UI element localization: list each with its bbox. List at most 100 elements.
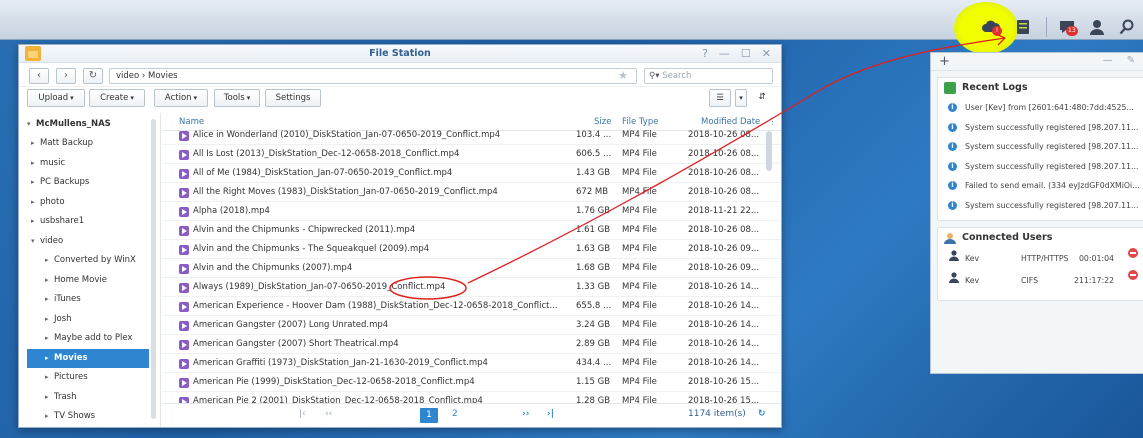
chevron-right-icon[interactable]: ▸ xyxy=(31,154,40,173)
file-row[interactable]: American Gangster (2007) Long Unrated.mp… xyxy=(162,316,781,335)
close-button[interactable]: ✕ xyxy=(762,47,771,60)
log-entry[interactable]: i System successfully registered [98.207.… xyxy=(938,137,1143,156)
tree-item[interactable]: ▸ music xyxy=(31,154,65,173)
sidebar-scrollbar[interactable] xyxy=(151,119,156,419)
refresh-button[interactable]: ↻ xyxy=(83,68,103,84)
back-button[interactable]: ‹ xyxy=(29,68,49,84)
file-size: 434.4 ... xyxy=(576,358,612,368)
tree-item[interactable]: ▸ Trash xyxy=(45,388,76,407)
file-modified: 2018-10-26 15... xyxy=(688,396,760,403)
help-button[interactable]: ? xyxy=(702,47,708,60)
minimize-button[interactable]: — xyxy=(719,47,730,60)
last-page-button[interactable]: ›| xyxy=(547,409,554,419)
user-connected-time: 00:01:04 xyxy=(1078,254,1114,263)
chevron-right-icon[interactable]: ▸ xyxy=(45,290,54,309)
chevron-right-icon[interactable]: ▸ xyxy=(45,368,54,387)
tree-item[interactable]: ▸ Home Movie xyxy=(45,271,107,290)
create-button[interactable]: Create ▾ xyxy=(89,89,145,107)
star-icon[interactable]: ★ xyxy=(618,69,628,83)
file-row[interactable]: American Experience - Hoover Dam (1988)_… xyxy=(162,297,781,316)
video-file-icon xyxy=(179,340,189,350)
log-entry[interactable]: i System successfully registered [98.207.… xyxy=(938,118,1143,137)
view-options-dropdown[interactable]: ▾ xyxy=(735,89,747,107)
log-entry[interactable]: i System successfully registered [98.207.… xyxy=(938,196,1143,215)
forward-button[interactable]: › xyxy=(56,68,76,84)
tree-item[interactable]: ▸ photo xyxy=(31,193,65,212)
file-row[interactable]: Alvin and the Chipmunks (2007).mp4 1.68 G… xyxy=(162,259,781,278)
chevron-right-icon[interactable]: ▸ xyxy=(31,212,40,231)
pin-icon[interactable]: ✎ xyxy=(1127,55,1135,66)
file-row[interactable]: All the Right Moves (1983)_DiskStation_J… xyxy=(162,183,781,202)
chevron-down-icon[interactable]: ▾ xyxy=(31,232,40,251)
tree-item[interactable]: ▸ PC Backups xyxy=(31,173,89,192)
window-titlebar[interactable]: File Station ? — ☐ ✕ xyxy=(19,45,781,63)
tree-item[interactable]: ▸ TV Shows xyxy=(45,407,95,426)
tree-item[interactable]: ▸ Josh xyxy=(45,310,72,329)
chevron-right-icon[interactable]: ▸ xyxy=(45,407,54,426)
tree-item[interactable]: ▾ video xyxy=(31,232,63,251)
search-input[interactable]: ⚲▾ Search xyxy=(644,68,773,84)
file-name: American Gangster (2007) Short Theatrica… xyxy=(193,339,399,349)
log-entry[interactable]: i Failed to send email. (334 eyJzdGF0dXMi… xyxy=(938,176,1143,195)
add-widget-button[interactable]: + xyxy=(939,54,950,69)
prev-page-button[interactable]: ‹‹ xyxy=(325,409,332,419)
log-entry[interactable]: i System successfully registered [98.207.… xyxy=(938,157,1143,176)
file-type: MP4 File xyxy=(622,244,657,254)
file-row[interactable]: Alvin and the Chipmunks - The Squeakquel… xyxy=(162,240,781,259)
view-list-button[interactable]: ☰ xyxy=(709,89,731,107)
chevron-right-icon[interactable]: ▸ xyxy=(45,271,54,290)
log-entry[interactable]: i User [Kev] from [2601:641:480:7dd:4525.… xyxy=(938,98,1143,117)
widget-minimize-button[interactable]: — xyxy=(1103,55,1113,66)
chevron-right-icon[interactable]: ▸ xyxy=(31,173,40,192)
chevron-right-icon[interactable]: ▸ xyxy=(45,329,54,348)
file-row[interactable]: Alice in Wonderland (2010)_DiskStation_J… xyxy=(162,126,781,145)
page-1-button[interactable]: 1 xyxy=(420,408,438,423)
settings-button[interactable]: Settings xyxy=(265,89,321,107)
tree-item[interactable]: ▸ Converted by WinX xyxy=(45,251,136,270)
notifications-icon[interactable]: 13 xyxy=(1058,18,1078,36)
refresh-icon[interactable]: ↻ xyxy=(758,409,766,419)
widgets-icon[interactable] xyxy=(1014,18,1032,36)
tree-root[interactable]: ▾ McMullens_NAS xyxy=(27,115,111,134)
cloud-alert-icon[interactable]: ! xyxy=(982,18,1002,36)
tree-item[interactable]: ▸ Movies xyxy=(27,348,149,368)
tree-item[interactable]: ▸ Matt Backup xyxy=(31,134,93,153)
file-row[interactable]: American Pie 2 (2001)_DiskStation_Dec-12… xyxy=(162,392,781,403)
file-row[interactable]: Alvin and the Chipmunks - Chipwrecked (2… xyxy=(162,221,781,240)
file-modified: 2018-10-26 14... xyxy=(688,301,760,311)
file-type: MP4 File xyxy=(622,377,657,387)
sort-button[interactable]: ⇵ xyxy=(752,89,772,107)
path-field[interactable]: video › Movies ★ xyxy=(109,68,637,84)
chevron-right-icon[interactable]: ▸ xyxy=(45,349,54,368)
next-page-button[interactable]: ›› xyxy=(522,409,529,419)
maximize-button[interactable]: ☐ xyxy=(741,47,751,60)
disconnect-user-icon[interactable] xyxy=(1128,248,1138,258)
page-2-button[interactable]: 2 xyxy=(452,409,458,419)
file-type: MP4 File xyxy=(622,206,657,216)
file-row[interactable]: Always (1989)_DiskStation_Jan-07-0650-20… xyxy=(162,278,781,297)
file-row[interactable]: American Pie (1999)_DiskStation_Dec-12-0… xyxy=(162,373,781,392)
tree-item[interactable]: ▸ usbshare1 xyxy=(31,212,84,231)
chevron-right-icon[interactable]: ▸ xyxy=(45,310,54,329)
search-icon[interactable] xyxy=(1118,18,1136,36)
file-row[interactable]: Alpha (2018).mp4 1.76 GB MP4 File 2018-11-2… xyxy=(162,202,781,221)
chevron-right-icon[interactable]: ▸ xyxy=(45,251,54,270)
file-row[interactable]: American Graffiti (1973)_DiskStation_Jan… xyxy=(162,354,781,373)
user-icon[interactable] xyxy=(1088,18,1106,36)
tools-button[interactable]: Tools ▾ xyxy=(214,89,260,107)
action-button[interactable]: Action ▾ xyxy=(154,89,208,107)
tree-item[interactable]: ▸ iTunes xyxy=(45,290,81,309)
video-file-icon xyxy=(179,131,189,141)
chevron-right-icon[interactable]: ▸ xyxy=(31,134,40,153)
file-row[interactable]: All of Me (1984)_DiskStation_Jan-07-0650… xyxy=(162,164,781,183)
chevron-right-icon[interactable]: ▸ xyxy=(31,193,40,212)
tree-item[interactable]: ▸ Maybe add to Plex xyxy=(45,329,132,348)
list-scrollbar[interactable] xyxy=(766,131,772,171)
disconnect-user-icon[interactable] xyxy=(1128,270,1138,280)
upload-button[interactable]: Upload ▾ xyxy=(27,89,85,107)
chevron-right-icon[interactable]: ▸ xyxy=(45,388,54,407)
file-row[interactable]: American Gangster (2007) Short Theatrica… xyxy=(162,335,781,354)
file-row[interactable]: All Is Lost (2013)_DiskStation_Dec-12-06… xyxy=(162,145,781,164)
tree-item[interactable]: ▸ Pictures xyxy=(45,368,88,387)
first-page-button[interactable]: |‹ xyxy=(299,409,306,419)
